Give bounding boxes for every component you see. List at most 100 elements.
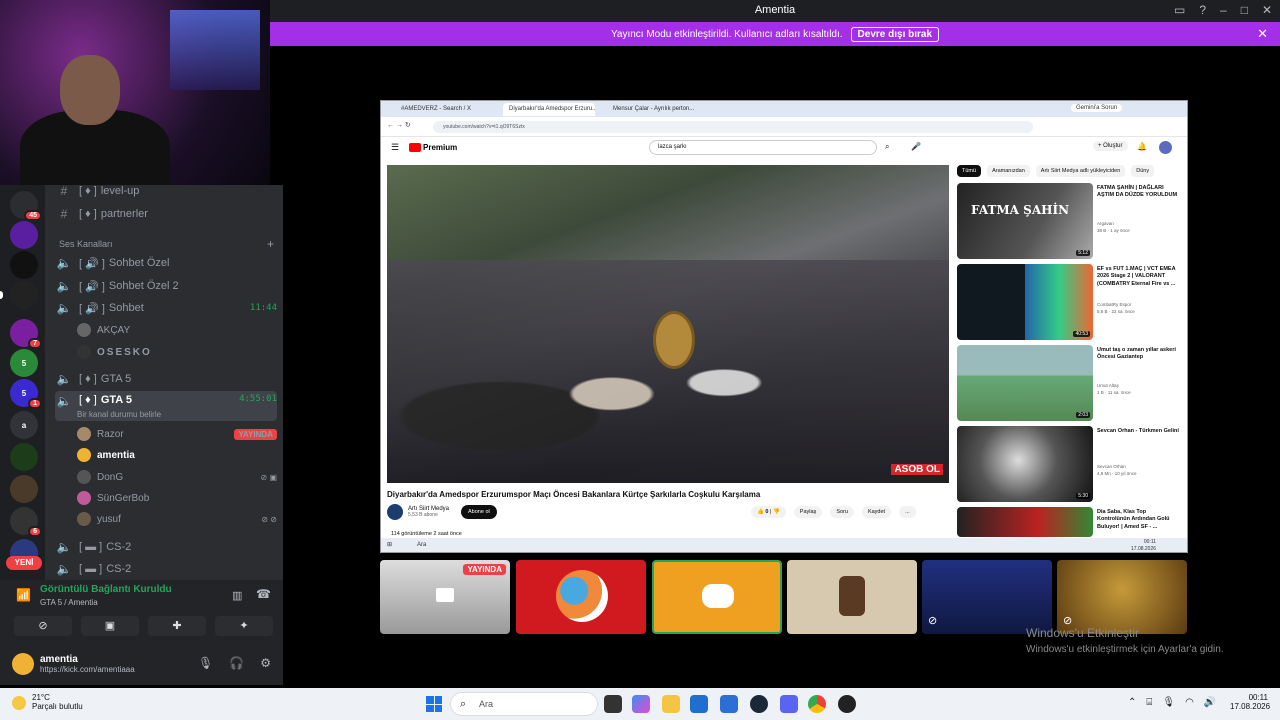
server-icon[interactable] [10,475,38,503]
inbox-icon[interactable]: ▭ [1174,3,1185,17]
activities-button[interactable]: ✚ [148,616,206,636]
stream-tile[interactable]: ⊘ [1057,560,1187,634]
channel-level-up[interactable]: # [ ♦ ] level-up [55,181,277,201]
subscribe-button[interactable]: Abone ol [461,505,497,519]
headphones-icon[interactable]: 🎧 [229,656,244,670]
voice-channel-gta5-active[interactable]: 🔈 [ ♦ ] GTA 5 4:55:01 Bir kanal durumu b… [55,391,277,421]
start-button[interactable] [426,696,442,712]
minimize-icon[interactable]: – [1220,3,1227,17]
server-icon[interactable] [10,281,38,309]
voice-user[interactable]: amentia [77,445,277,465]
search-icon[interactable]: ⌕ [885,142,889,152]
chrome-icon[interactable] [808,695,826,713]
discord-icon[interactable] [780,695,798,713]
weather-widget[interactable]: 21°C Parçalı bulutlu [12,693,83,711]
wifi-icon[interactable]: ◠ [1185,697,1194,708]
outlook-icon[interactable] [720,695,738,713]
voice-channel-sohbet[interactable]: 🔈 [ 🔊 ] Sohbet 11:44 [55,298,277,318]
recommended-video[interactable]: Dia Saba, Klas Top Kontrolünün Ardından … [957,507,1179,537]
server-icon[interactable]: 5 1 [10,379,42,409]
gemini-button[interactable]: Gemini'a Sorun [1071,104,1123,112]
browser-tab[interactable]: Diyarbakır'da Amedspor Erzuru... [503,103,595,116]
obs-icon[interactable] [838,695,856,713]
server-icon[interactable]: 7 [10,319,42,349]
user-panel[interactable]: amentia https://kick.com/amentiaaa [12,653,135,675]
taskbar-search[interactable]: ⌕ Ara [450,692,598,716]
voice-channel-sohbet-ozel-2[interactable]: 🔈 [ 🔊 ] Sohbet Özel 2 [55,276,277,296]
like-button[interactable]: 👍 0 | 👎 [751,506,786,518]
stream-tile[interactable]: ⊘ [922,560,1052,634]
browser-tab[interactable]: Mensur Çalar - Ayrılık perton... [607,103,699,116]
voice-user[interactable]: DonG ⊘ ▣ [77,467,277,487]
settings-icon[interactable]: ⚙ [260,656,271,670]
network-icon[interactable]: ⌸ [1146,697,1152,708]
recommended-video[interactable]: 2:03 Umut taş o zaman yıllar askeri Önce… [957,345,1179,421]
soundboard-icon[interactable]: ▥ [232,589,242,602]
screen-share-button[interactable]: ▣ [81,616,139,636]
address-bar[interactable]: youtube.com/watch?v=t1.qO9T6Sztx [433,121,1033,133]
voice-user[interactable]: Razor YAYINDA [77,424,277,444]
steam-icon[interactable] [750,695,768,713]
chevron-up-icon[interactable]: ⌃ [1128,697,1136,708]
recommended-video[interactable]: FATMA ŞAHİN 5:12 FATMA ŞAHİN | DAĞLARI A… [957,183,1179,259]
voice-channel-cs2[interactable]: 🔈 [ ▬ ] CS-2 [55,537,277,557]
maximize-icon[interactable]: □ [1241,3,1248,17]
clock[interactable]: 00:11 17.08.2026 [1230,693,1270,711]
help-icon[interactable]: ? [1199,3,1206,17]
more-button[interactable]: ... [899,506,916,518]
server-icon[interactable]: 6 [10,507,42,537]
stream-tile[interactable]: YAYINDA [380,560,510,634]
youtube-search-input[interactable]: lazca şarkı [649,140,877,155]
voice-user[interactable]: yusuf ⊘ ⊘ [77,509,277,529]
chip[interactable]: Düny [1131,165,1155,177]
avatar[interactable] [1159,141,1172,154]
voice-user[interactable]: OSESKO [77,342,277,362]
server-icon[interactable] [10,221,38,249]
server-icon[interactable]: 45 [10,191,42,221]
channel-partnerler[interactable]: # [ ♦ ] partnerler [55,204,277,224]
store-icon[interactable] [690,695,708,713]
copilot-icon[interactable] [632,695,650,713]
ask-button[interactable]: Soru [830,506,854,518]
voice-channel-cs2[interactable]: 🔈 [ ▬ ] CS-2 [55,559,277,579]
server-icon[interactable] [10,251,38,279]
volume-icon[interactable]: 🔊 [1204,697,1216,708]
camera-off-button[interactable]: ⊘ [14,616,72,636]
add-channel-icon[interactable]: + [267,237,274,251]
stream-tile-selected[interactable] [652,560,782,634]
soundboard-button[interactable]: ✦ [215,616,273,636]
stream-browser-window[interactable]: #AMEDVERZ - Search / X Diyarbakır'da Ame… [380,100,1188,553]
stream-tile[interactable] [787,560,917,634]
create-button[interactable]: + Oluştur [1093,141,1128,151]
recommended-video[interactable]: 40:53 EF vs FUT 1.MAÇ | VCT EMEA 2026 St… [957,264,1179,340]
video-player[interactable]: ASOB OL [387,165,949,483]
channel-avatar[interactable] [387,504,403,520]
category-voice-channels[interactable]: Ses Kanalları [59,239,113,249]
nav-back-icon[interactable]: ← → ↻ [387,121,411,129]
recommended-video[interactable]: 5:30 Sevcan Orhan - Türkmen Gelini Sevca… [957,426,1179,502]
chip[interactable]: Aramanızdan [987,165,1030,177]
channel-status[interactable]: Bir kanal durumu belirle [77,410,161,419]
server-icon[interactable]: a [10,411,38,439]
chip[interactable]: Artı Siirt Medya adlı yükleyiciden [1035,165,1126,177]
signal-icon[interactable]: 📶 [16,588,31,602]
voice-channel-path[interactable]: GTA 5 / Amentia [40,598,98,607]
server-icon[interactable]: 5 [10,349,38,377]
voice-channel-sohbet-ozel[interactable]: 🔈 [ 🔊 ] Sohbet Özel [55,253,277,273]
file-explorer-icon[interactable] [662,695,680,713]
microphone-icon[interactable]: 🎙 [198,656,213,670]
browser-tab[interactable]: #AMEDVERZ - Search / X [395,103,487,116]
new-badge[interactable]: YENİ [6,556,42,570]
mic-tray-icon[interactable]: 🎙 [1162,697,1175,708]
task-view-icon[interactable] [604,695,622,713]
voice-status[interactable]: Görüntülü Bağlantı Kuruldu [40,584,172,595]
save-button[interactable]: Kaydet [861,506,892,518]
voice-user[interactable]: SünGerBob [77,488,277,508]
close-icon[interactable]: ✕ [1262,3,1272,17]
menu-icon[interactable]: ☰ [391,142,399,153]
disconnect-icon[interactable]: ☎ [256,587,271,601]
youtube-logo[interactable]: Premium [409,143,457,152]
mic-icon[interactable]: 🎤 [911,142,921,151]
server-icon[interactable] [10,443,38,471]
disable-streamer-mode-button[interactable]: Devre dışı bırak [850,26,940,42]
